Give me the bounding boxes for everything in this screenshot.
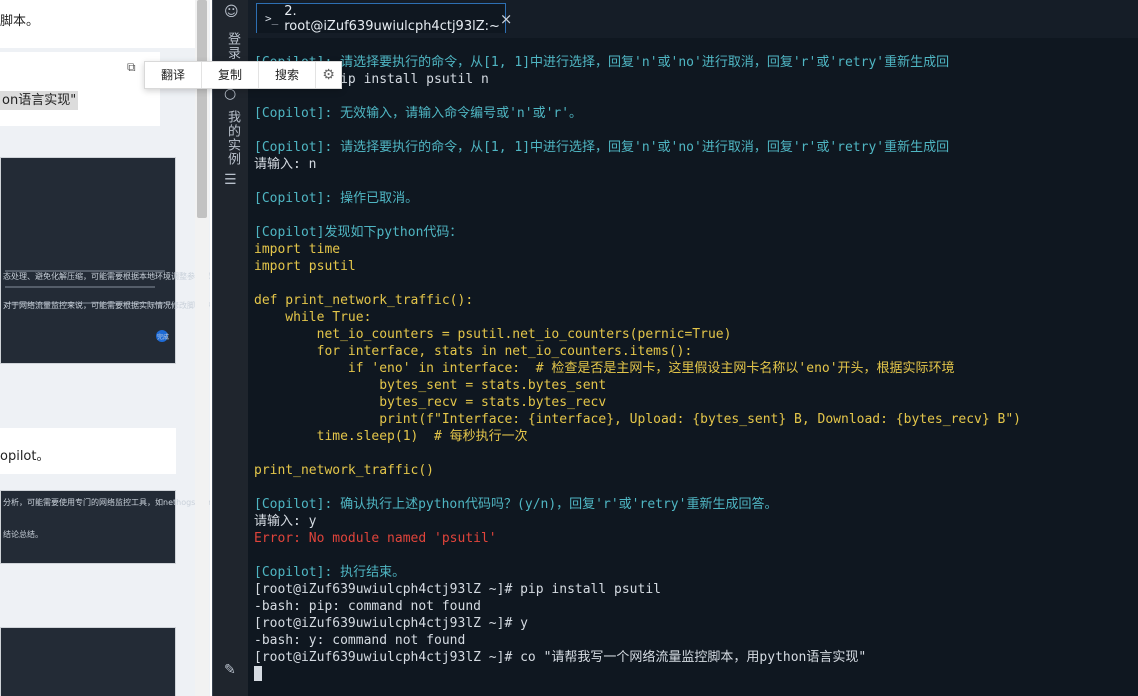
terminal-line: for interface, stats in net_io_counters.…	[254, 344, 693, 359]
terminal-line: 请输入: y	[254, 514, 317, 529]
terminal-line: while True:	[254, 310, 372, 325]
image-caption: 分析，可能需要使用专门的网络监控工具，如nethogs或vnstat等	[3, 498, 210, 507]
terminal-line: pip install psutil n	[254, 72, 489, 87]
activity-bar: ☺ 登录 ○ 我的实例 ☰ ✎	[212, 0, 249, 696]
terminal-line: -bash: pip: command not found	[254, 599, 481, 614]
terminal-cursor-line[interactable]	[254, 666, 1138, 683]
terminal-line: 请输入: n	[254, 157, 317, 172]
gear-icon[interactable]: ⚙	[316, 62, 341, 88]
article-text: 脚本。	[0, 14, 40, 29]
image-caption: 对于网络流量监控来说，可能需要根据实际情况修改脚本中的接口名称	[3, 301, 210, 310]
selection-toolbar: 翻译 复制 搜索 ⚙	[144, 61, 342, 89]
close-icon[interactable]: ×	[500, 10, 513, 28]
terminal-line: bytes_recv = stats.bytes_recv	[254, 395, 607, 410]
terminal-line: [root@iZuf639uwiulcph4ctj93lZ ~]# y	[254, 616, 528, 631]
article-pane: 脚本。 on语言实现" ⧉ 态处理、避免化解压缩，可能需要根据本地环境调整参数以…	[0, 0, 210, 696]
screenshot-image: 态处理、避免化解压缩，可能需要根据本地环境调整参数以及依赖库 'netutils…	[0, 157, 210, 364]
terminal-output: [Copilot]: 请选择要执行的命令，从[1, 1]中进行选择，回复'n'或…	[254, 54, 1138, 683]
terminal-line: [Copilot]: 执行结束。	[254, 565, 406, 580]
terminal-cursor	[254, 666, 262, 681]
terminal-line: net_io_counters = psutil.net_io_counters…	[254, 327, 732, 342]
terminal-icon: >_	[265, 12, 279, 25]
terminal-line: print(f"Interface: {interface}, Upload: …	[254, 412, 1022, 427]
image-caption: 态处理、避免化解压缩，可能需要根据本地环境调整参数以及依赖库 'netutils…	[3, 272, 210, 281]
terminal-tab[interactable]: >_ 2. root@iZuf639uwiulcph4ctj93lZ:~ ×	[256, 3, 512, 34]
my-instances-tab[interactable]: 我的实例	[223, 110, 242, 166]
account-icon[interactable]: ☺	[224, 4, 239, 20]
terminal-line: print_network_traffic()	[254, 463, 435, 478]
scrollbar-thumb[interactable]	[197, 0, 207, 218]
list-icon[interactable]: ☰	[224, 172, 237, 188]
terminal-line: [Copilot]: 无效输入，请输入命令编号或'n'或'r'。	[254, 106, 583, 121]
terminal-line: bytes_sent = stats.bytes_sent	[254, 378, 607, 393]
terminal-line: import time	[254, 242, 341, 257]
copy-button[interactable]: 复制	[202, 62, 259, 88]
translate-button[interactable]: 翻译	[145, 62, 202, 88]
search-button[interactable]: 搜索	[259, 62, 316, 88]
terminal-line: [Copilot]: 操作已取消。	[254, 191, 419, 206]
terminal-tab-title: 2. root@iZuf639uwiulcph4ctj93lZ:~	[284, 3, 500, 34]
terminal-line: [root@iZuf639uwiulcph4ctj93lZ ~]# pip in…	[254, 582, 661, 597]
copy-icon[interactable]: ⧉	[127, 60, 141, 74]
screenshot-image: 分析，可能需要使用专门的网络监控工具，如nethogs或vnstat等 结论总结…	[0, 490, 210, 564]
terminal-line: [root@iZuf639uwiulcph4ctj93lZ ~]# co "请帮…	[254, 650, 867, 665]
login-tab[interactable]: 登录	[223, 32, 242, 60]
terminal-line: Error: No module named 'psutil'	[254, 531, 497, 546]
terminal-line: [Copilot]: 请选择要执行的命令，从[1, 1]中进行选择，回复'n'或…	[254, 55, 950, 70]
terminal-line: time.sleep(1) # 每秒执行一次	[254, 429, 528, 444]
image-caption: 结论总结。	[3, 530, 43, 539]
terminal-tab-bar: >_ 2. root@iZuf639uwiulcph4ctj93lZ:~ ×	[248, 0, 1138, 38]
terminal-line: def print_network_traffic():	[254, 293, 474, 308]
terminal-line: [Copilot]发现如下python代码：	[254, 225, 463, 240]
terminal-line: [Copilot]: 请选择要执行的命令，从[1, 1]中进行选择，回复'n'或…	[254, 140, 950, 155]
terminal-line: -bash: y: command not found	[254, 633, 466, 648]
terminal-line: import psutil	[254, 259, 356, 274]
terminal-panel[interactable]: >_ 2. root@iZuf639uwiulcph4ctj93lZ:~ × […	[248, 0, 1138, 696]
terminal-line: if 'eno' in interface: # 检查是否是主网卡，这里假设主网…	[254, 361, 955, 376]
terminal-line: [Copilot]: 确认执行上述python代码吗？(y/n)，回复'r'或'…	[254, 497, 778, 512]
selected-text[interactable]: on语言实现"	[0, 89, 79, 110]
article-text: opilot。	[0, 449, 50, 464]
screenshot-image	[0, 627, 176, 696]
pin-icon[interactable]: ✎	[224, 662, 236, 678]
